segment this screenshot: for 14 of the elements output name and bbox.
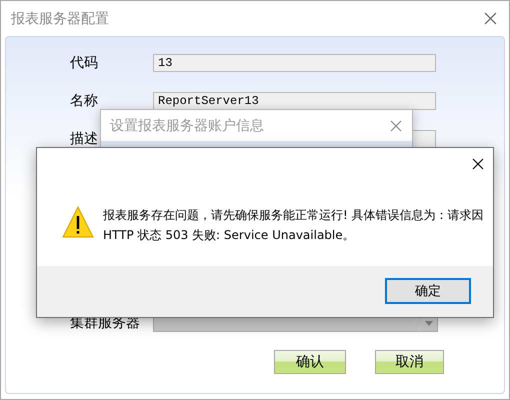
confirm-button[interactable]: 确认 [274,350,346,374]
dialog-title: 设置报表服务器账户信息 [110,116,264,134]
close-icon[interactable] [472,158,484,170]
dropdown-arrow-icon [424,320,432,326]
error-message: 报表服务存在问题，请先确保服务能正常运行! 具体错误信息为：请求因HTTP 状态 503 失败: Service Unavailable。 [103,207,485,244]
text-field[interactable]: ReportServer13 [153,92,436,110]
window-title: 报表服务器配置 [11,10,109,28]
field-label: 代码 [70,54,99,72]
cancel-button[interactable]: 取消 [375,350,444,374]
warning-icon [62,206,94,238]
field-label: 名称 [70,92,99,110]
ok-button[interactable]: 确定 [385,278,471,304]
field-label: 描述 [70,130,99,148]
text-field[interactable]: 13 [153,54,436,72]
